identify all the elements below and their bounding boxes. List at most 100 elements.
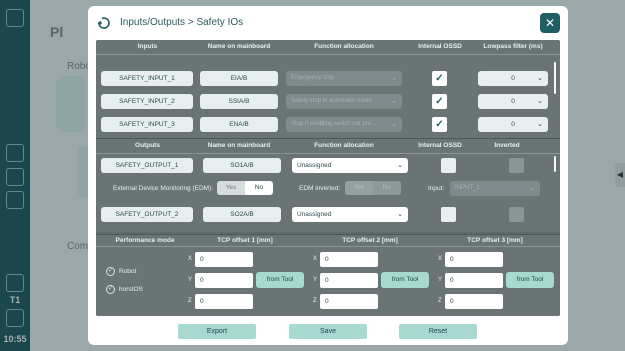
tcp1-x-label: X: [188, 256, 193, 262]
breadcrumb-separator: >: [187, 17, 194, 28]
tcp-offset-1-header: TCP offset 1 [mm]: [217, 237, 273, 244]
edm-input-select: INPUT_1 ⌄: [450, 181, 540, 196]
edm-label: External Device Monitoring (EDM):: [113, 185, 214, 192]
chevron-down-icon: ⌄: [537, 121, 543, 128]
safety-output-1-ossd-checkbox[interactable]: [441, 158, 456, 173]
safety-input-1-board: EIA/B: [200, 71, 278, 86]
safety-input-2-board: SSIA/B: [200, 94, 278, 109]
select-value: Unassigned: [297, 162, 332, 169]
chevron-down-icon: ⌄: [391, 121, 397, 128]
select-value: Stop if enabling switch not pre...: [291, 121, 377, 127]
safety-input-1-lowpass-select[interactable]: 0 ⌄: [478, 71, 548, 86]
outputs-scrollbar[interactable]: [554, 156, 556, 172]
dialog-content: Inputs Name on mainboard Function alloca…: [96, 40, 560, 316]
edm-yes-option[interactable]: Yes: [217, 181, 245, 195]
edm-inverted-no-option: No: [373, 181, 401, 195]
tcp3-from-tool-button[interactable]: from Tool: [506, 272, 554, 288]
tcp2-z-input[interactable]: 0: [320, 294, 378, 309]
divider: [96, 246, 560, 247]
edm-inverted-yes-option: Yes: [345, 181, 373, 195]
select-value: Safety stop in automatic mode: [291, 98, 372, 104]
tcp1-z-input[interactable]: 0: [195, 294, 253, 309]
safety-output-2-name: SAFETY_OUTPUT_2: [101, 207, 193, 222]
tcp2-y-label: Y: [313, 277, 318, 283]
safety-output-2-inverted-checkbox: [509, 207, 524, 222]
select-value: 0: [511, 98, 515, 105]
chevron-down-icon: ⌄: [397, 211, 403, 218]
outputs-section: Outputs Name on mainboard Function alloc…: [96, 139, 560, 232]
select-value: 0: [511, 121, 515, 128]
safety-output-1-name: SAFETY_OUTPUT_1: [101, 158, 193, 173]
safety-input-1-name: SAFETY_INPUT_1: [101, 71, 193, 86]
safety-input-3-board: ENA/B: [200, 117, 278, 132]
robot-mode-radio[interactable]: ✓: [106, 267, 115, 276]
edm-inverted-label: EDM inverted:: [299, 185, 341, 192]
safety-output-1-inverted-checkbox: [509, 158, 524, 173]
safety-output-1-board: SO1A/B: [203, 158, 281, 173]
safety-input-1-ossd-checkbox[interactable]: ✓: [432, 71, 447, 86]
tcp1-x-input[interactable]: 0: [195, 252, 253, 267]
tcp3-y-input[interactable]: 0: [445, 273, 503, 288]
breadcrumb: Inputs/Outputs > Safety IOs: [120, 17, 243, 28]
chevron-down-icon: ⌄: [537, 75, 543, 82]
select-value: 0: [511, 75, 515, 82]
safety-output-1-function-select[interactable]: Unassigned ⌄: [292, 158, 408, 173]
tcp1-from-tool-button[interactable]: from Tool: [256, 272, 304, 288]
chevron-down-icon: ⌄: [537, 98, 543, 105]
tcp2-from-tool-button[interactable]: from Tool: [381, 272, 429, 288]
breadcrumb-current: Safety IOs: [196, 17, 244, 28]
edm-input-label: Input:: [428, 185, 445, 192]
inputs-scrollbar[interactable]: [554, 62, 556, 94]
tcp3-z-label: Z: [438, 298, 442, 304]
dialog-header: Inputs/Outputs > Safety IOs ✕: [88, 6, 568, 40]
select-value: Emergency stop: [291, 75, 335, 81]
tcp1-y-input[interactable]: 0: [195, 273, 253, 288]
performance-mode-header: Performance mode: [115, 237, 175, 244]
horstos-mode-radio[interactable]: ✓: [106, 285, 115, 294]
safety-input-3-name: SAFETY_INPUT_3: [101, 117, 193, 132]
back-icon[interactable]: [96, 15, 112, 31]
inputs-section: Inputs Name on mainboard Function alloca…: [96, 40, 560, 138]
safety-input-2-ossd-checkbox[interactable]: ✓: [432, 94, 447, 109]
edm-toggle[interactable]: Yes No: [217, 181, 273, 195]
select-value: INPUT_1: [455, 185, 480, 191]
chevron-down-icon: ⌄: [391, 75, 397, 82]
tcp1-y-label: Y: [188, 277, 193, 283]
safety-input-1-function-select: Emergency stop ⌄: [286, 71, 402, 86]
tcp-section: Performance mode TCP offset 1 [mm] TCP o…: [96, 235, 560, 316]
safety-ios-dialog: Inputs/Outputs > Safety IOs ✕ Inputs Nam…: [88, 6, 568, 345]
close-button[interactable]: ✕: [540, 13, 560, 33]
divider: [96, 54, 560, 55]
tcp2-y-input[interactable]: 0: [320, 273, 378, 288]
chevron-down-icon: ⌄: [391, 98, 397, 105]
safety-input-3-lowpass-select[interactable]: 0 ⌄: [478, 117, 548, 132]
safety-output-2-ossd-checkbox[interactable]: [441, 207, 456, 222]
safety-input-3-function-select: Stop if enabling switch not pre... ⌄: [286, 117, 402, 132]
safety-input-2-name: SAFETY_INPUT_2: [101, 94, 193, 109]
tcp2-x-input[interactable]: 0: [320, 252, 378, 267]
export-button[interactable]: Export: [178, 324, 256, 339]
tcp-offset-2-header: TCP offset 2 [mm]: [342, 237, 398, 244]
tcp2-z-label: Z: [313, 298, 317, 304]
tcp3-y-label: Y: [438, 277, 443, 283]
edm-no-option[interactable]: No: [245, 181, 273, 195]
tcp3-z-input[interactable]: 0: [445, 294, 503, 309]
chevron-down-icon: ⌄: [397, 162, 403, 169]
select-value: Unassigned: [297, 211, 332, 218]
edm-inverted-toggle: Yes No: [345, 181, 401, 195]
horstos-mode-label: horstOS: [119, 286, 143, 293]
tcp2-x-label: X: [313, 256, 318, 262]
safety-output-2-function-select[interactable]: Unassigned ⌄: [292, 207, 408, 222]
tcp3-x-label: X: [438, 256, 443, 262]
tcp-offset-3-header: TCP offset 3 [mm]: [467, 237, 523, 244]
tcp3-x-input[interactable]: 0: [445, 252, 503, 267]
safety-input-2-function-select: Safety stop in automatic mode ⌄: [286, 94, 402, 109]
robot-mode-label: Robot: [119, 268, 137, 275]
reset-button[interactable]: Reset: [399, 324, 477, 339]
chevron-down-icon: ⌄: [529, 185, 535, 192]
tcp1-z-label: Z: [188, 298, 192, 304]
safety-input-3-ossd-checkbox[interactable]: ✓: [432, 117, 447, 132]
safety-input-2-lowpass-select[interactable]: 0 ⌄: [478, 94, 548, 109]
breadcrumb-parent[interactable]: Inputs/Outputs: [120, 17, 185, 28]
save-button[interactable]: Save: [289, 324, 367, 339]
